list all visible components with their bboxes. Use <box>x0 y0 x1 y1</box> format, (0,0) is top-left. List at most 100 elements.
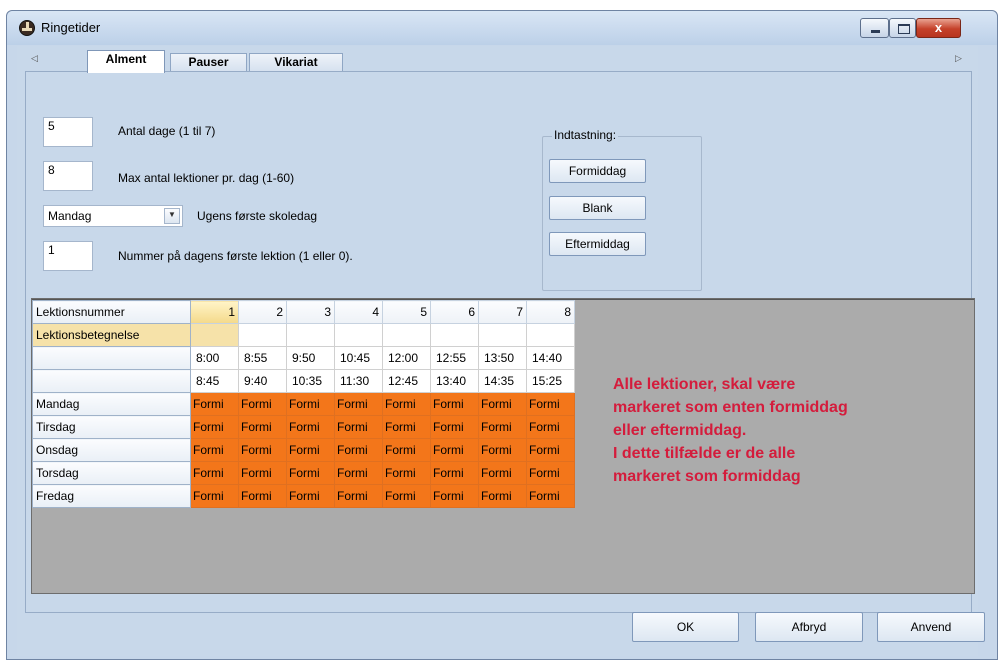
lesson-cell[interactable]: Formi <box>478 461 527 485</box>
lesson-cell[interactable]: Formi <box>190 438 239 462</box>
row-header <box>32 369 191 393</box>
grid-cell[interactable] <box>334 323 383 347</box>
grid-cell[interactable] <box>430 323 479 347</box>
lesson-cell[interactable]: Formi <box>430 392 479 416</box>
column-header[interactable]: 1 <box>190 300 239 324</box>
lesson-cell[interactable]: Formi <box>238 392 287 416</box>
lesson-cell[interactable]: Formi <box>190 415 239 439</box>
lesson-cell[interactable]: Formi <box>286 415 335 439</box>
column-header[interactable]: 5 <box>382 300 431 324</box>
tab-vikariat[interactable]: Vikariat <box>249 53 343 72</box>
lesson-cell[interactable]: Formi <box>526 392 575 416</box>
lesson-cell[interactable]: Formi <box>382 392 431 416</box>
lesson-cell[interactable]: Formi <box>382 461 431 485</box>
first-day-value: Mandag <box>48 209 92 223</box>
blank-button[interactable]: Blank <box>549 196 646 220</box>
day-label: Onsdag <box>32 438 191 462</box>
grid-cell[interactable] <box>526 323 575 347</box>
lesson-cell[interactable]: Formi <box>478 392 527 416</box>
maximize-button[interactable] <box>889 18 916 38</box>
column-header[interactable]: 6 <box>430 300 479 324</box>
start-time-cell[interactable]: 8:00 <box>190 346 239 370</box>
ok-button[interactable]: OK <box>632 612 739 642</box>
start-time-cell[interactable]: 9:50 <box>286 346 335 370</box>
grid-cell[interactable] <box>286 323 335 347</box>
lesson-cell[interactable]: Formi <box>334 438 383 462</box>
lesson-cell[interactable]: Formi <box>478 415 527 439</box>
tab-alment[interactable]: Alment <box>87 50 165 73</box>
column-header[interactable]: 3 <box>286 300 335 324</box>
end-time-cell[interactable]: 15:25 <box>526 369 575 393</box>
tab-scroll-right-icon[interactable]: ▷ <box>955 53 962 64</box>
days-input[interactable]: 5 <box>43 117 93 147</box>
lesson-cell[interactable]: Formi <box>286 461 335 485</box>
lesson-cell[interactable]: Formi <box>286 392 335 416</box>
grid-cell[interactable] <box>382 323 431 347</box>
lesson-cell[interactable]: Formi <box>286 484 335 508</box>
lesson-cell[interactable]: Formi <box>478 438 527 462</box>
grid-cell[interactable] <box>478 323 527 347</box>
day-row-fredag: Fredag Formi Formi Formi Formi Formi For… <box>32 484 575 508</box>
lesson-cell[interactable]: Formi <box>190 461 239 485</box>
end-time-cell[interactable]: 13:40 <box>430 369 479 393</box>
lesson-cell[interactable]: Formi <box>430 438 479 462</box>
lesson-cell[interactable]: Formi <box>430 415 479 439</box>
apply-button[interactable]: Anvend <box>877 612 985 642</box>
lesson-cell[interactable]: Formi <box>238 484 287 508</box>
end-time-cell[interactable]: 12:45 <box>382 369 431 393</box>
formiddag-button[interactable]: Formiddag <box>549 159 646 183</box>
lesson-cell[interactable]: Formi <box>382 438 431 462</box>
close-button[interactable]: x <box>916 18 961 38</box>
lesson-cell[interactable]: Formi <box>334 392 383 416</box>
lesson-cell[interactable]: Formi <box>238 415 287 439</box>
day-label: Tirsdag <box>32 415 191 439</box>
lesson-cell[interactable]: Formi <box>526 461 575 485</box>
lesson-cell[interactable]: Formi <box>190 484 239 508</box>
lesson-cell[interactable]: Formi <box>238 438 287 462</box>
cancel-button[interactable]: Afbryd <box>755 612 863 642</box>
lesson-cell[interactable]: Formi <box>478 484 527 508</box>
start-time-cell[interactable]: 12:00 <box>382 346 431 370</box>
column-header[interactable]: 4 <box>334 300 383 324</box>
start-time-cell[interactable]: 14:40 <box>526 346 575 370</box>
tab-scroll-left-icon[interactable]: ◁ <box>31 53 38 64</box>
end-time-cell[interactable]: 9:40 <box>238 369 287 393</box>
grid-cell[interactable] <box>238 323 287 347</box>
lesson-cell[interactable]: Formi <box>286 438 335 462</box>
lesson-cell[interactable]: Formi <box>334 461 383 485</box>
start-time-cell[interactable]: 10:45 <box>334 346 383 370</box>
lesson-cell[interactable]: Formi <box>430 484 479 508</box>
lesson-cell[interactable]: Formi <box>526 438 575 462</box>
lesson-cell[interactable]: Formi <box>334 415 383 439</box>
max-lessons-input[interactable]: 8 <box>43 161 93 191</box>
window-title: Ringetider <box>41 20 101 35</box>
column-header[interactable]: 7 <box>478 300 527 324</box>
first-day-label: Ugens første skoledag <box>197 209 318 223</box>
tab-pauser[interactable]: Pauser <box>170 53 247 72</box>
lesson-cell[interactable]: Formi <box>334 484 383 508</box>
column-header[interactable]: 8 <box>526 300 575 324</box>
chevron-down-icon[interactable]: ▼ <box>164 208 180 224</box>
start-time-cell[interactable]: 8:55 <box>238 346 287 370</box>
minimize-button[interactable] <box>860 18 889 38</box>
end-time-cell[interactable]: 8:45 <box>190 369 239 393</box>
first-day-select[interactable]: Mandag ▼ <box>43 205 183 227</box>
first-lesson-input[interactable]: 1 <box>43 241 93 271</box>
lesson-cell[interactable]: Formi <box>238 461 287 485</box>
eftermiddag-button[interactable]: Eftermiddag <box>549 232 646 256</box>
lesson-cell[interactable]: Formi <box>382 484 431 508</box>
lesson-cell[interactable]: Formi <box>430 461 479 485</box>
title-bar[interactable]: Ringetider x <box>7 11 997 45</box>
end-time-cell[interactable]: 10:35 <box>286 369 335 393</box>
start-time-cell[interactable]: 12:55 <box>430 346 479 370</box>
start-time-cell[interactable]: 13:50 <box>478 346 527 370</box>
lesson-cell[interactable]: Formi <box>526 415 575 439</box>
day-label: Torsdag <box>32 461 191 485</box>
end-time-cell[interactable]: 14:35 <box>478 369 527 393</box>
column-header[interactable]: 2 <box>238 300 287 324</box>
lesson-cell[interactable]: Formi <box>382 415 431 439</box>
grid-cell[interactable] <box>190 323 239 347</box>
lesson-cell[interactable]: Formi <box>190 392 239 416</box>
lesson-cell[interactable]: Formi <box>526 484 575 508</box>
end-time-cell[interactable]: 11:30 <box>334 369 383 393</box>
